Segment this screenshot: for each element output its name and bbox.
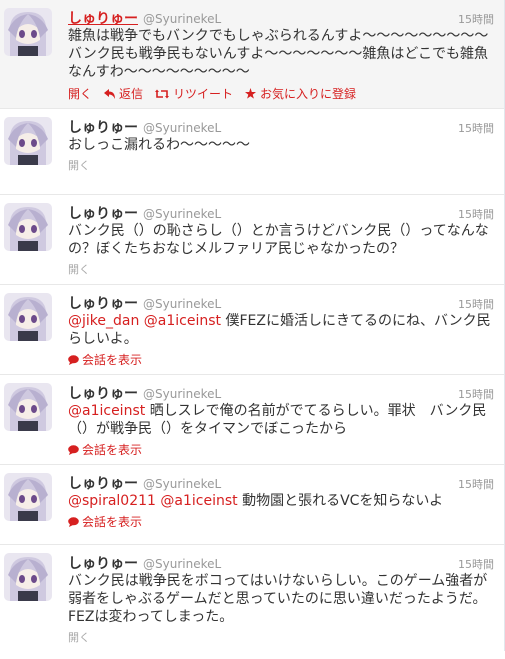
mention-link[interactable]: @jike_dan [68, 313, 139, 329]
tweet-fullname[interactable]: しゅりゅー [68, 8, 138, 28]
tweet-timestamp[interactable]: 15時間 [458, 386, 494, 402]
tweet-timestamp[interactable]: 15時間 [458, 120, 494, 136]
avatar[interactable] [4, 203, 52, 251]
star-icon [245, 88, 257, 99]
mention-link[interactable]: @a1iceinst [144, 313, 221, 329]
speech-bubble-icon [68, 516, 79, 527]
speech-bubble-icon [68, 354, 79, 365]
tweet-handle[interactable]: @SyurinekeL [143, 477, 221, 491]
speech-bubble-icon [68, 444, 79, 455]
view-conversation-link[interactable]: 会話を表示 [68, 351, 494, 368]
avatar[interactable] [4, 553, 52, 601]
tweet-text: おしっこ漏れるわ〜〜〜〜〜 [68, 137, 250, 153]
tweet-timestamp[interactable]: 15時間 [458, 11, 494, 27]
tweet-timestamp[interactable]: 15時間 [458, 206, 494, 222]
view-conversation-label: 会話を表示 [82, 515, 143, 529]
tweet-text: バンク民（）の恥さらし（）とか言うけどバンク民（）ってなんなの？ぼくたちおなじメ… [68, 223, 489, 257]
tweet[interactable]: しゅりゅー @SyurinekeL 15時間 雑魚は戦争でもバンクでもしゃぶられ… [0, 0, 504, 109]
open-link[interactable]: 開く [68, 261, 494, 277]
mention-link[interactable]: @spiral0211 [68, 493, 156, 509]
tweet-timestamp[interactable]: 15時間 [458, 556, 494, 572]
tweet-text: 雑魚は戦争でもバンクでもしゃぶられるんすよ〜〜〜〜〜〜〜〜〜バンク民も戦争民もな… [68, 28, 489, 80]
tweet[interactable]: しゅりゅー @SyurinekeL 15時間 おしっこ漏れるわ〜〜〜〜〜 開く [0, 109, 504, 195]
avatar[interactable] [4, 473, 52, 521]
retweet-button[interactable]: リツイート [155, 85, 233, 102]
tweet-handle[interactable]: @SyurinekeL [143, 207, 221, 221]
mention-link[interactable]: @a1iceinst [68, 403, 145, 419]
open-link[interactable]: 開く [68, 85, 92, 102]
view-conversation-link[interactable]: 会話を表示 [68, 513, 494, 530]
tweet-timestamp[interactable]: 15時間 [458, 296, 494, 312]
tweet-text: @spiral0211 @a1iceinst 動物園と張れるVCを知らないよ [68, 492, 494, 510]
favorite-label: お気に入りに登録 [260, 87, 357, 101]
tweet-fullname[interactable]: しゅりゅー [68, 473, 138, 493]
reply-label: 返信 [119, 87, 144, 101]
tweet[interactable]: しゅりゅー @SyurinekeL 15時間 @a1iceinst 晒しスレで俺… [0, 375, 504, 465]
view-conversation-label: 会話を表示 [82, 353, 143, 367]
tweet-body: 動物園と張れるVCを知らないよ [242, 493, 444, 509]
reply-icon [104, 88, 116, 99]
avatar[interactable] [4, 293, 52, 341]
view-conversation-label: 会話を表示 [82, 443, 143, 457]
tweet[interactable]: しゅりゅー @SyurinekeL 15時間 バンク民（）の恥さらし（）とか言う… [0, 195, 504, 285]
avatar[interactable] [4, 383, 52, 431]
tweet[interactable]: しゅりゅー @SyurinekeL 15時間 @jike_dan @a1icei… [0, 285, 504, 375]
open-link[interactable]: 開く [68, 157, 494, 173]
tweet-text: @a1iceinst 晒しスレで俺の名前がでてるらしい。罪状 バンク民（）が戦争… [68, 402, 494, 438]
tweet-timestamp[interactable]: 15時間 [458, 476, 494, 492]
timeline: しゅりゅー @SyurinekeL 15時間 雑魚は戦争でもバンクでもしゃぶられ… [0, 0, 505, 651]
mention-link[interactable]: @a1iceinst [160, 493, 237, 509]
tweet-fullname[interactable]: しゅりゅー [68, 293, 138, 313]
favorite-button[interactable]: お気に入りに登録 [245, 85, 356, 102]
tweet-handle[interactable]: @SyurinekeL [143, 297, 221, 311]
tweet-handle[interactable]: @SyurinekeL [143, 12, 221, 26]
view-conversation-link[interactable]: 会話を表示 [68, 441, 494, 458]
tweet-fullname[interactable]: しゅりゅー [68, 203, 138, 223]
tweet-fullname[interactable]: しゅりゅー [68, 553, 138, 573]
avatar[interactable] [4, 8, 52, 56]
open-label: 開く [68, 87, 93, 101]
tweet-handle[interactable]: @SyurinekeL [143, 557, 221, 571]
tweet-handle[interactable]: @SyurinekeL [143, 121, 221, 135]
tweet-handle[interactable]: @SyurinekeL [143, 387, 221, 401]
tweet[interactable]: しゅりゅー @SyurinekeL 15時間 @spiral0211 @a1ic… [0, 465, 504, 545]
tweet-text: バンク民は戦争民をボコってはいけないらしい。このゲーム強者が弱者をしゃぶるゲーム… [68, 573, 488, 625]
tweet-text: @jike_dan @a1iceinst 僕FEZに婚活しにきてるのにね、バンク… [68, 312, 494, 348]
tweet-fullname[interactable]: しゅりゅー [68, 117, 138, 137]
tweet-actions: 開く 返信 リツイート お気に入りに登録 [68, 85, 494, 102]
open-link[interactable]: 開く [68, 629, 494, 645]
tweet[interactable]: しゅりゅー @SyurinekeL 15時間 バンク民は戦争民をボコってはいけな… [0, 545, 504, 651]
retweet-icon [155, 89, 170, 99]
retweet-label: リツイート [173, 87, 234, 101]
tweet-fullname[interactable]: しゅりゅー [68, 383, 138, 403]
avatar[interactable] [4, 117, 52, 165]
reply-button[interactable]: 返信 [104, 85, 143, 102]
